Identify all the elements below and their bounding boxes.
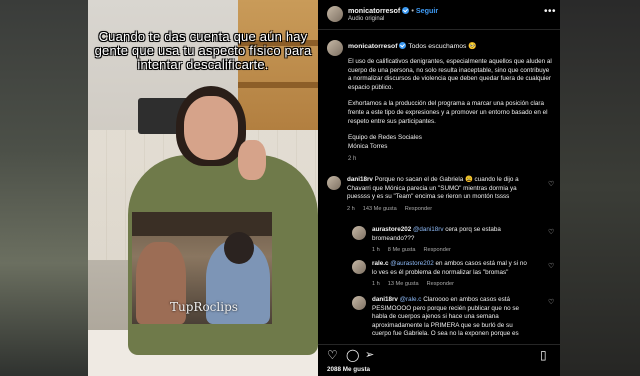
caption-signature: Mónica Torres [348,142,388,150]
comment-meta: 1 h 13 Me gusta Responder [372,281,462,287]
caption-body: El uso de calificativos denigrantes, esp… [348,58,554,151]
comment-text: PESIMOOOO pero porque recién publicar qu… [372,304,520,312]
comment-meta: 2 h 143 Me gusta Responder [347,206,440,212]
avatar[interactable] [327,6,343,22]
caption-greeting: Todos escuchamos [408,43,467,50]
comment-text: lo ves es él problema de normalizar las … [372,268,509,276]
comment-username[interactable]: rale.c [372,260,388,267]
shelf-board [238,82,318,88]
inset-clip: TupRoclips [132,212,272,324]
reel-video[interactable]: Cuando te das cuenta que aún hay gente q… [88,0,318,376]
comment-text: cuerpo fue Gabriela. O sea no la exponen… [372,330,519,338]
caption-paragraph: El uso de calificativos denigrantes, esp… [348,58,552,91]
comment-like-heart-icon[interactable]: ♡ [548,262,554,270]
comment-text: cera porq se estaba [443,226,501,233]
comment-text: aproximadamente la PRIMERA que se burló … [372,321,513,329]
bookmark-icon[interactable]: ▯ [540,349,547,361]
verified-badge-icon [402,7,410,14]
post-header: monicatorresof • Seguir Audio original ••• [318,0,560,30]
comment-text: habla de cuerpos ajenos si hace una sema… [372,313,499,321]
caption-paragraph: Exhortamos a la producción del programa … [348,100,548,125]
comment-username[interactable]: dani18rv [347,176,373,183]
action-bar: ♡ ◯ ➢ ▯ [318,344,560,364]
comment-like-heart-icon[interactable]: ♡ [548,298,554,306]
comment-likes[interactable]: 13 Me gusta [388,281,419,287]
comment-meta: 1 h 8 Me gusta Responder [372,247,459,253]
avatar[interactable] [352,226,366,240]
comment-likes[interactable]: 143 Me gusta [363,206,397,212]
likes-count[interactable]: 2088 Me gusta [327,366,370,373]
send-icon[interactable]: ➢ [365,349,374,361]
mention-link[interactable]: @dani18rv [413,226,444,233]
inset-top-bar [132,212,272,236]
reply-button[interactable]: Responder [423,247,450,253]
comment-time[interactable]: 1 h [372,247,380,253]
presenter-face [184,96,238,160]
mention-link[interactable]: @aurastore202 [390,260,434,267]
comment-text: en ambos casos está mal y si no [433,260,527,267]
presenter-hand [238,140,266,180]
avatar[interactable] [327,176,341,190]
video-caption: Cuando te das cuenta que aún hay gente q… [94,29,312,72]
blurred-background-left [0,0,90,376]
caption-emoji: 🥺 [468,43,477,50]
comments-panel: monicatorresof • Seguir Audio original •••… [318,0,560,376]
comment-like-heart-icon[interactable]: ♡ [548,180,554,188]
caption-username[interactable]: monicatorresof [348,43,397,50]
avatar[interactable] [327,40,343,56]
avatar[interactable] [352,296,366,310]
comment-username[interactable]: aurastore202 [372,226,411,233]
comment-username[interactable]: dani18rv [372,296,398,303]
comment-like-heart-icon[interactable]: ♡ [548,228,554,236]
inset-person-right-head [224,232,254,264]
comment-time[interactable]: 1 h [372,281,380,287]
comment-text: Claroooo en ambos casos está [421,296,511,303]
reply-button[interactable]: Responder [427,281,454,287]
blurred-background-right [560,0,640,376]
avatar[interactable] [352,260,366,274]
comment-icon[interactable]: ◯ [346,349,359,361]
caption-signature: Equipo de Redes Sociales [348,134,422,142]
verified-badge-icon [399,42,407,49]
mention-link[interactable]: @rale.c [400,296,422,303]
header-username[interactable]: monicatorresof [348,6,400,15]
reply-button[interactable]: Responder [405,206,432,212]
comment-likes[interactable]: 8 Me gusta [388,247,416,253]
comment-text: bromeando??? [372,234,415,242]
comment-text: Chavarri que Mónica parecia un "SUMO" mi… [347,184,517,192]
comment-text: Porque no sacan el de Gabriela 😩 cuando … [374,176,519,183]
comment-time[interactable]: 2 h [347,206,355,212]
post-timestamp[interactable]: 2 h [348,156,356,162]
separator-dot: • [411,6,414,15]
audio-label[interactable]: Audio original [348,16,384,22]
heart-icon[interactable]: ♡ [327,349,338,361]
video-watermark: TupRoclips [170,300,238,314]
comment-text: puessss y es su "Team" encima se rieron … [347,193,510,201]
follow-button[interactable]: Seguir [416,6,438,15]
more-options-icon[interactable]: ••• [544,6,556,17]
instagram-post-view: Cuando te das cuenta que aún hay gente q… [0,0,640,376]
